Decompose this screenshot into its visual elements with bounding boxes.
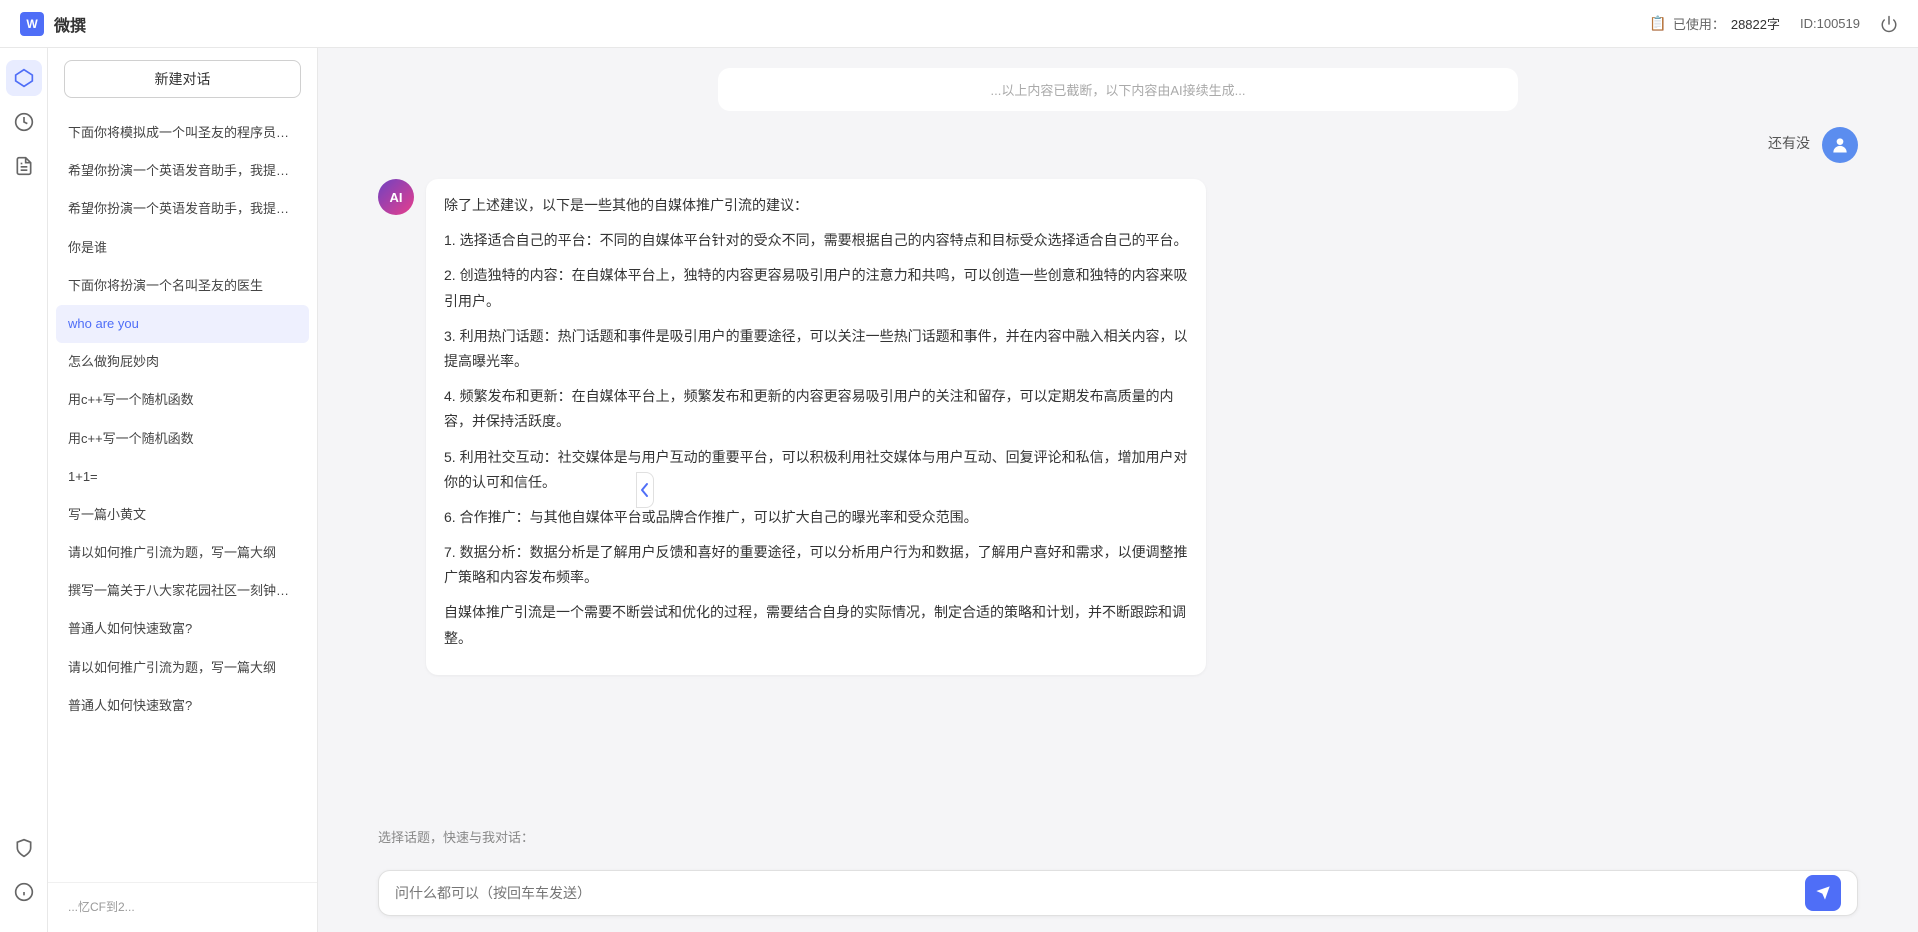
list-item[interactable]: 普通人如何快速致富?	[56, 610, 309, 648]
ai-avatar: AI	[378, 179, 414, 215]
message-row: 还有没	[378, 127, 1858, 163]
list-item[interactable]: 写一篇小黄文	[56, 496, 309, 534]
header-left: W 微撰	[20, 12, 86, 36]
power-button[interactable]	[1880, 15, 1898, 33]
nav-hexagon[interactable]	[6, 60, 42, 96]
list-item[interactable]: 希望你扮演一个英语发音助手，我提供给你...	[56, 152, 309, 190]
usage-label: 已使用：	[1673, 14, 1725, 33]
usage-info: 📋 已使用： 28822字	[1649, 14, 1780, 33]
usage-count: 28822字	[1731, 14, 1780, 33]
list-item-active[interactable]: who are you	[56, 305, 309, 343]
message-row: AI 除了上述建议，以下是一些其他的自媒体推广引流的建议： 1. 选择适合自己的…	[378, 179, 1858, 675]
list-item[interactable]: 怎么做狗屁妙肉	[56, 343, 309, 381]
sidebar-toggle-button[interactable]	[636, 472, 654, 508]
ai-response-text: 除了上述建议，以下是一些其他的自媒体推广引流的建议： 1. 选择适合自己的平台：…	[444, 193, 1188, 651]
icon-bar	[0, 48, 48, 932]
sidebar: 新建对话 下面你将模拟成一个叫圣友的程序员，我说... 希望你扮演一个英语发音助…	[48, 48, 318, 932]
sidebar-bottom-item[interactable]: ...忆CF到2...	[56, 889, 309, 926]
app-title: 微撰	[54, 12, 86, 36]
truncated-indicator: ...以上内容已截断，以下内容由AI接续生成...	[718, 68, 1518, 111]
list-item[interactable]: 撰写一篇关于八大家花园社区一刻钟便民生...	[56, 572, 309, 610]
nav-document[interactable]	[6, 148, 42, 184]
nav-info[interactable]	[6, 874, 42, 910]
main-layout: 新建对话 下面你将模拟成一个叫圣友的程序员，我说... 希望你扮演一个英语发音助…	[0, 48, 1918, 932]
list-item[interactable]: 用c++写一个随机函数	[56, 420, 309, 458]
user-message-label: 还有没	[1768, 127, 1810, 159]
quick-prompts-label: 选择话题，快速与我对话：	[378, 827, 1858, 846]
usage-icon: 📋	[1649, 15, 1666, 32]
input-box	[378, 870, 1858, 916]
ai-message-bubble: 除了上述建议，以下是一些其他的自媒体推广引流的建议： 1. 选择适合自己的平台：…	[426, 179, 1206, 675]
input-area	[318, 860, 1918, 932]
user-message-content: 还有没	[1768, 127, 1810, 159]
user-avatar	[1822, 127, 1858, 163]
list-item[interactable]: 请以如何推广引流为题，写一篇大纲	[56, 534, 309, 572]
conversation-list: 下面你将模拟成一个叫圣友的程序员，我说... 希望你扮演一个英语发音助手，我提供…	[48, 110, 317, 882]
list-item[interactable]: 希望你扮演一个英语发音助手，我提供给你...	[56, 190, 309, 228]
list-item[interactable]: 请以如何推广引流为题，写一篇大纲	[56, 649, 309, 687]
list-item[interactable]: 下面你将模拟成一个叫圣友的程序员，我说...	[56, 114, 309, 152]
nav-shield[interactable]	[6, 830, 42, 866]
message-list: ...以上内容已截断，以下内容由AI接续生成... 还有没 AI	[318, 48, 1918, 817]
header-right: 📋 已使用： 28822字 ID:100519	[1649, 14, 1898, 33]
list-item[interactable]: 1+1=	[56, 458, 309, 496]
quick-prompts: 选择话题，快速与我对话：	[318, 817, 1918, 860]
chat-area: ...以上内容已截断，以下内容由AI接续生成... 还有没 AI	[318, 48, 1918, 932]
icon-bar-bottom	[6, 828, 42, 922]
header: W 微撰 📋 已使用： 28822字 ID:100519	[0, 0, 1918, 48]
list-item[interactable]: 普通人如何快速致富?	[56, 687, 309, 725]
list-item[interactable]: 用c++写一个随机函数	[56, 381, 309, 419]
chat-input[interactable]	[395, 871, 1795, 915]
send-button[interactable]	[1805, 875, 1841, 911]
list-item[interactable]: 下面你将扮演一个名叫圣友的医生	[56, 267, 309, 305]
nav-clock[interactable]	[6, 104, 42, 140]
list-item[interactable]: 你是谁	[56, 229, 309, 267]
new-conversation-button[interactable]: 新建对话	[64, 60, 301, 98]
app-logo: W	[20, 12, 44, 36]
user-id: ID:100519	[1800, 16, 1860, 31]
